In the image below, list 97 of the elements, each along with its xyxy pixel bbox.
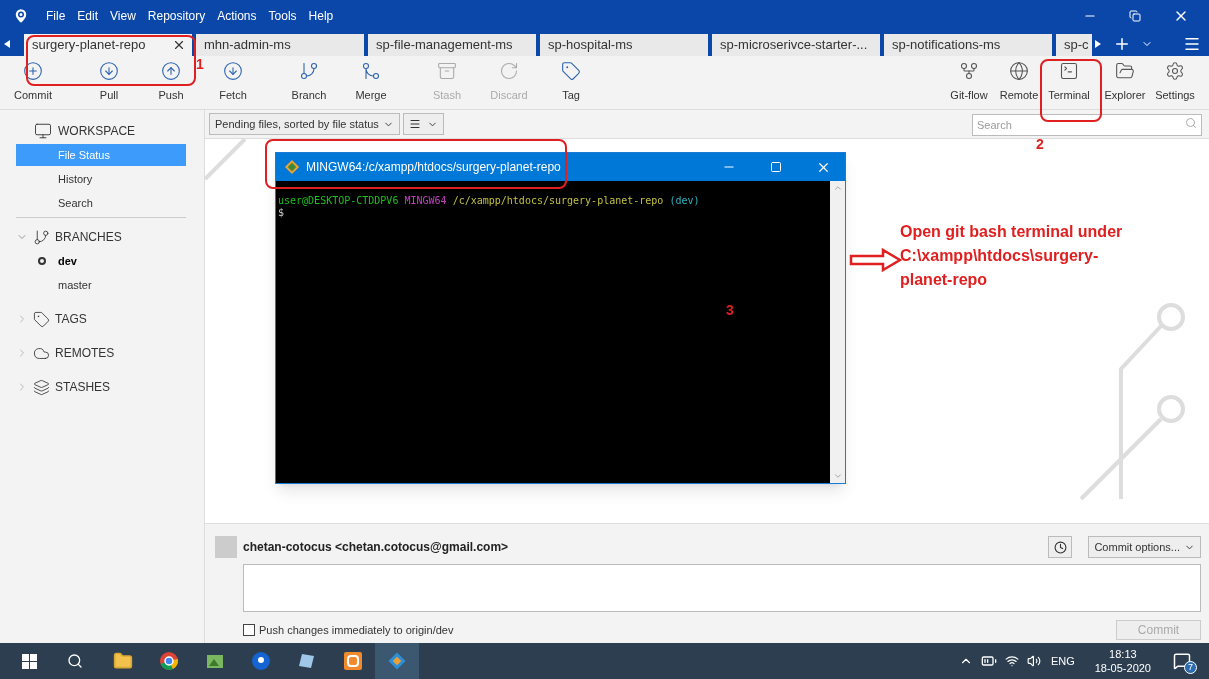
clock-date[interactable]: 18-05-2020 bbox=[1094, 661, 1151, 675]
notification-icon[interactable] bbox=[1173, 652, 1191, 670]
tab-label: sp-microserivce-starter-... bbox=[720, 36, 868, 55]
scroll-right-icon[interactable] bbox=[1095, 40, 1101, 48]
window-title: MINGW64:/c/xampp/htdocs/surgery-planet-repo bbox=[306, 159, 561, 176]
step-number: 2 bbox=[1036, 135, 1044, 154]
active-app-slot[interactable] bbox=[375, 643, 419, 679]
branch-item[interactable]: master bbox=[16, 273, 186, 297]
toolbar-button[interactable]: Settings bbox=[1151, 61, 1199, 104]
clock-time[interactable]: 18:13 bbox=[1109, 647, 1137, 661]
step-number: 3 bbox=[726, 301, 734, 320]
toolbar-button[interactable]: Git-flow bbox=[945, 61, 993, 104]
search-field[interactable]: Search bbox=[972, 114, 1202, 136]
language-indicator[interactable]: ENG bbox=[1050, 652, 1075, 670]
arrow-drawing bbox=[849, 248, 902, 272]
restore-icon[interactable] bbox=[1129, 10, 1141, 22]
menu-item[interactable]: Help bbox=[308, 7, 334, 25]
battery-icon[interactable] bbox=[980, 653, 997, 669]
menu-icon[interactable] bbox=[1183, 35, 1201, 53]
toolbar-button[interactable]: Commit bbox=[8, 61, 58, 104]
tag-icon bbox=[561, 61, 581, 82]
sidebar-item[interactable]: History bbox=[16, 168, 186, 190]
toolbar-button[interactable]: Branch bbox=[284, 61, 334, 104]
maximize-icon[interactable] bbox=[770, 161, 782, 173]
toolbar-button[interactable]: Terminal bbox=[1045, 61, 1093, 104]
prompt-line: user@DESKTOP-CTDDPV6 MINGW64 /c/xampp/htdocs/surgery-planet-repo (dev) bbox=[278, 195, 701, 207]
wifi-icon[interactable] bbox=[1004, 654, 1019, 668]
section-heading: REMOTES bbox=[55, 345, 115, 362]
commit-options-dropdown[interactable]: Commit options... bbox=[1088, 536, 1201, 558]
section-heading: BRANCHES bbox=[55, 229, 122, 246]
toolbar-button[interactable]: Fetch bbox=[208, 61, 258, 104]
push-checkbox[interactable] bbox=[243, 624, 255, 636]
branch-name: dev bbox=[58, 253, 77, 269]
down-arrow-circle-icon bbox=[99, 61, 119, 82]
menu-item[interactable]: Tools bbox=[268, 7, 297, 25]
branch-name: master bbox=[58, 277, 92, 293]
toolbar-button[interactable]: Tag bbox=[546, 61, 596, 104]
step-number: 1 bbox=[196, 55, 204, 74]
section-heading: TAGS bbox=[55, 311, 87, 328]
tab-label: sp-notifications-ms bbox=[892, 36, 1001, 55]
stash-icon bbox=[33, 378, 50, 396]
prompt-symbol: $ bbox=[278, 207, 285, 219]
tab-label: mhn-admin-ms bbox=[204, 36, 291, 55]
tag-icon bbox=[33, 310, 50, 328]
up-arrow-circle-icon bbox=[161, 61, 181, 82]
plus-circle-icon bbox=[23, 61, 43, 82]
filter-dropdown[interactable]: Pending files, sorted by file status bbox=[209, 113, 400, 135]
commit-message-field[interactable] bbox=[243, 564, 1201, 612]
search-icon[interactable] bbox=[67, 653, 83, 669]
settings-icon bbox=[1165, 61, 1185, 82]
list-icon bbox=[408, 118, 421, 130]
search-icon bbox=[1185, 117, 1197, 129]
avatar-placeholder bbox=[215, 536, 237, 558]
discard-icon bbox=[499, 61, 519, 82]
menu-item[interactable]: Repository bbox=[147, 7, 206, 25]
merge-icon bbox=[361, 61, 381, 82]
volume-icon[interactable] bbox=[1026, 654, 1041, 668]
history-button[interactable] bbox=[1048, 536, 1073, 558]
highlight-frame bbox=[1040, 59, 1102, 122]
current-branch-icon bbox=[38, 257, 46, 265]
globe-icon bbox=[1009, 61, 1029, 82]
tab-label: sp-file-management-ms bbox=[376, 36, 513, 55]
toolbar-button[interactable]: Pull bbox=[84, 61, 134, 104]
tab-label: surgery-planet-repo bbox=[32, 36, 146, 55]
menu-item[interactable]: Edit bbox=[77, 7, 99, 25]
notification-badge: 7 bbox=[1184, 661, 1197, 674]
toolbar-button[interactable]: Remote bbox=[995, 61, 1043, 104]
add-tab-icon[interactable] bbox=[1113, 35, 1131, 53]
section-heading: STASHES bbox=[55, 379, 111, 396]
branch-icon bbox=[33, 228, 50, 246]
scroll-left-icon[interactable] bbox=[4, 40, 10, 48]
branch-icon bbox=[299, 61, 319, 82]
menu-item[interactable]: Actions bbox=[217, 7, 257, 25]
folder-icon[interactable] bbox=[113, 651, 133, 671]
app-logo-icon bbox=[12, 7, 30, 25]
tab-label: sp-hospital-ms bbox=[548, 36, 633, 55]
toolbar-button[interactable]: Explorer bbox=[1101, 61, 1149, 104]
browser-icon[interactable] bbox=[159, 651, 179, 671]
toolbar-button[interactable]: Merge bbox=[346, 61, 396, 104]
clock-icon bbox=[1053, 540, 1067, 554]
monitor-icon bbox=[34, 122, 52, 140]
terminal-icon bbox=[1059, 61, 1079, 82]
windows-logo-icon[interactable] bbox=[22, 653, 37, 669]
section-heading: WORKSPACE bbox=[58, 123, 136, 140]
annotation-note: Open git bash terminal under C:\xampp\htdocs\surgery-planet-repo bbox=[900, 222, 1124, 290]
menu-item[interactable]: View bbox=[110, 7, 136, 25]
sidebar-item[interactable]: Search bbox=[16, 192, 186, 214]
commit-author: chetan-cotocus <chetan.cotocus@gmail.com> bbox=[243, 539, 509, 556]
tab-label: sp-c bbox=[1064, 36, 1089, 55]
view-mode-dropdown[interactable] bbox=[402, 113, 444, 135]
menu-item[interactable]: File bbox=[46, 7, 66, 25]
branch-item[interactable]: dev bbox=[16, 249, 186, 273]
checkbox-label: Push changes immediately to origin/dev bbox=[259, 622, 454, 638]
git-flow-icon bbox=[959, 61, 979, 82]
close-tab-icon[interactable] bbox=[172, 38, 186, 52]
stash-icon bbox=[437, 61, 457, 82]
toolbar-button[interactable]: Push bbox=[146, 61, 196, 104]
